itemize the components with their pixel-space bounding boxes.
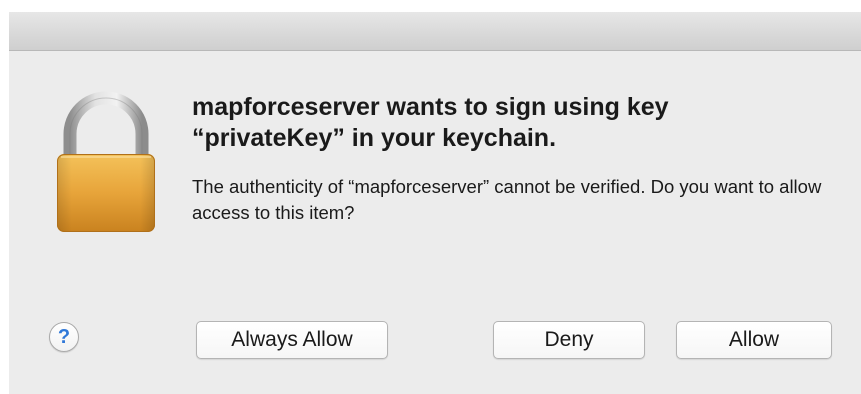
help-icon: ? bbox=[57, 325, 71, 348]
deny-button[interactable]: Deny bbox=[493, 321, 645, 359]
always-allow-button[interactable]: Always Allow bbox=[196, 321, 388, 359]
keychain-access-dialog: mapforceserver wants to sign using key “… bbox=[9, 12, 861, 394]
dialog-title: mapforceserver wants to sign using key “… bbox=[192, 93, 669, 152]
lock-icon bbox=[53, 90, 159, 234]
allow-button[interactable]: Allow bbox=[676, 321, 832, 359]
dialog-message: The authenticity of “mapforceserver” can… bbox=[192, 176, 822, 223]
window-titlebar[interactable] bbox=[9, 12, 861, 51]
help-button[interactable]: ? bbox=[49, 322, 79, 352]
